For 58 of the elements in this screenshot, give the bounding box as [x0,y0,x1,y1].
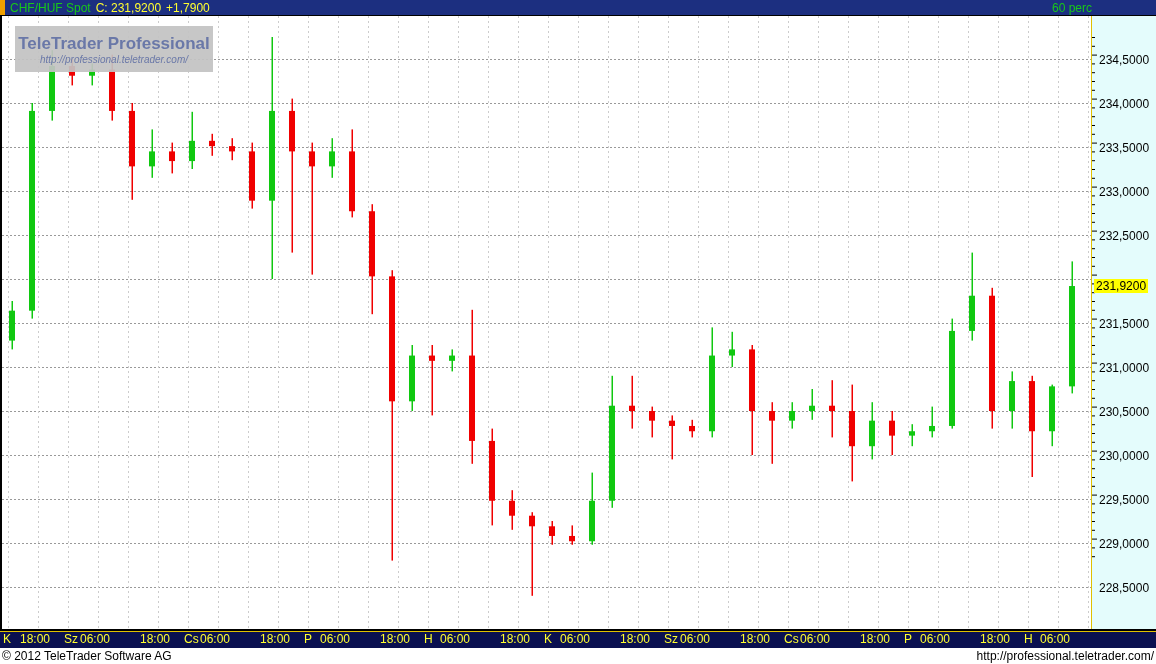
last-price-label: 231,9200 [1094,279,1149,294]
time-axis-label: Sz [64,632,78,647]
price-axis-label: 232,5000 [1099,229,1150,243]
time-axis-label: 18:00 [260,632,291,647]
price-axis-label: 231,0000 [1099,361,1150,375]
time-axis-label: P [904,632,912,647]
time-axis-label: 18:00 [140,632,171,647]
falling-candlestick [569,525,575,545]
time-axis-label: 18:00 [860,632,891,647]
time-axis-label: 06:00 [800,632,831,647]
time-axis-label: 18:00 [500,632,531,647]
time-axis-label: 06:00 [320,632,351,647]
time-axis-label: Cs [184,632,199,647]
price-axis-label: 233,0000 [1099,185,1150,199]
price-axis-label: 230,5000 [1099,405,1150,419]
header-marker [0,0,5,15]
time-axis-label: P [304,632,312,647]
time-axis-label: 18:00 [620,632,651,647]
rising-candlestick [409,345,415,411]
time-axis-label: H [424,632,433,647]
website-url: http://professional.teletrader.com/ [976,649,1154,663]
falling-candlestick [549,521,555,545]
time-axis-label: 18:00 [20,632,51,647]
price-axis-label: 229,0000 [1099,537,1150,551]
time-axis-label: 18:00 [740,632,771,647]
time-axis-label: 18:00 [980,632,1011,647]
price-axis-label: 229,5000 [1099,493,1150,507]
price-axis-label: 234,0000 [1099,97,1150,111]
time-axis-label: 18:00 [380,632,411,647]
copyright-text: © 2012 TeleTrader Software AG [2,649,172,663]
time-axis-label: 06:00 [440,632,471,647]
time-axis-label: Sz [664,632,678,647]
close-price-label: C: 231,9200 [95,0,162,15]
time-axis-label: 06:00 [560,632,591,647]
time-axis-label: 06:00 [680,632,711,647]
falling-candlestick [889,411,895,455]
symbol-label: CHF/HUF Spot [10,0,91,15]
time-axis-label: 06:00 [920,632,951,647]
price-axis-label: 228,5000 [1099,581,1150,595]
time-axis-label: 06:00 [200,632,231,647]
rising-candlestick [729,331,735,367]
rising-candlestick [1009,371,1015,429]
price-axis-label: 233,5000 [1099,141,1150,155]
price-change-label: +1,7900 [166,0,210,15]
interval-label: 60 perc [1051,0,1092,15]
time-axis-label: Cs [784,632,799,647]
rising-candlestick [1049,384,1055,447]
price-axis-label: 234,5000 [1099,53,1150,67]
price-axis-label: 231,5000 [1099,317,1150,331]
time-axis-label: 06:00 [80,632,111,647]
time-axis-label: K [544,632,552,647]
logo-title: TeleTrader Professional [18,33,210,54]
time-axis-label: 06:00 [1040,632,1071,647]
price-axis-label: 230,0000 [1099,449,1150,463]
falling-candlestick [669,415,675,460]
time-axis-label: H [1024,632,1033,647]
time-axis-label: K [3,632,11,647]
logo-url: http://professional.teletrader.com/ [39,53,188,65]
